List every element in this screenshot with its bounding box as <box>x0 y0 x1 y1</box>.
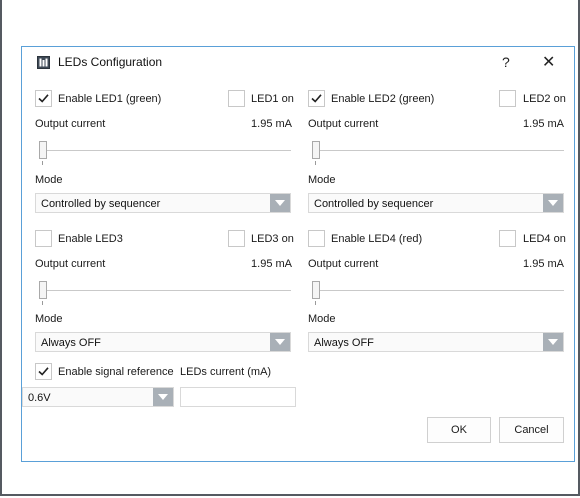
led2-current-slider-track <box>312 150 564 151</box>
enable-signal-reference-label: Enable signal reference <box>58 366 174 378</box>
led2-mode-select[interactable]: Controlled by sequencer <box>308 193 564 213</box>
led2-slider-tick <box>315 161 316 165</box>
close-icon[interactable]: ✕ <box>542 52 555 72</box>
led1-current-slider[interactable] <box>39 141 47 159</box>
enable-signal-reference-checkbox[interactable] <box>35 363 52 380</box>
checkmark-icon <box>38 367 49 376</box>
led4-slider-tick <box>315 301 316 305</box>
cancel-button[interactable]: Cancel <box>499 417 564 443</box>
led4-mode-value: Always OFF <box>314 337 374 349</box>
signal-reference-select[interactable]: 0.6V <box>22 387 174 407</box>
led2-on-label: LED2 on <box>523 93 566 105</box>
enable-led4-label: Enable LED4 (red) <box>331 233 423 245</box>
led3-mode-value: Always OFF <box>41 337 101 349</box>
enable-led3-checkbox[interactable] <box>35 230 52 247</box>
title-bar: LEDs Configuration ? ✕ <box>22 47 574 77</box>
enable-led3-label: Enable LED3 <box>58 233 123 245</box>
checkmark-icon <box>38 94 49 103</box>
led3-on-label: LED3 on <box>251 233 294 245</box>
led1-mode-value: Controlled by sequencer <box>41 198 161 210</box>
chevron-down-icon <box>153 388 173 406</box>
led3-current-slider-track <box>39 290 291 291</box>
led1-output-current-value: 1.95 mA <box>251 118 292 130</box>
app-icon <box>37 56 50 69</box>
signal-reference-value: 0.6V <box>28 392 51 404</box>
led4-output-current-value: 1.95 mA <box>523 258 564 270</box>
checkmark-icon <box>311 94 322 103</box>
led3-output-current-value: 1.95 mA <box>251 258 292 270</box>
enable-led1-label: Enable LED1 (green) <box>58 93 162 105</box>
led3-mode-select[interactable]: Always OFF <box>35 332 291 352</box>
led1-current-slider-track <box>39 150 291 151</box>
led1-on-checkbox[interactable] <box>228 90 245 107</box>
led2-output-current-label: Output current <box>308 118 379 130</box>
led1-mode-select[interactable]: Controlled by sequencer <box>35 193 291 213</box>
chevron-down-icon <box>543 194 563 212</box>
led3-mode-label: Mode <box>35 313 63 325</box>
ok-button[interactable]: OK <box>427 417 491 443</box>
led1-on-label: LED1 on <box>251 93 294 105</box>
led4-current-slider[interactable] <box>312 281 320 299</box>
leds-current-label: LEDs current (mA) <box>180 366 272 378</box>
led2-mode-label: Mode <box>308 174 336 186</box>
led3-slider-tick <box>42 301 43 305</box>
enable-led4-checkbox[interactable] <box>308 230 325 247</box>
led4-current-slider-track <box>312 290 564 291</box>
led3-output-current-label: Output current <box>35 258 106 270</box>
led1-slider-tick <box>42 161 43 165</box>
help-button[interactable]: ? <box>502 54 510 70</box>
leds-configuration-dialog: LEDs Configuration ? ✕ Enable LED1 (gree… <box>21 46 575 462</box>
led3-on-checkbox[interactable] <box>228 230 245 247</box>
led2-on-checkbox[interactable] <box>499 90 516 107</box>
led1-mode-label: Mode <box>35 174 63 186</box>
leds-current-input[interactable] <box>180 387 296 407</box>
chevron-down-icon <box>543 333 563 351</box>
led2-mode-value: Controlled by sequencer <box>314 198 434 210</box>
dialog-title: LEDs Configuration <box>58 55 163 69</box>
chevron-down-icon <box>270 194 290 212</box>
led4-mode-select[interactable]: Always OFF <box>308 332 564 352</box>
led4-on-label: LED4 on <box>523 233 566 245</box>
led3-current-slider[interactable] <box>39 281 47 299</box>
led4-output-current-label: Output current <box>308 258 379 270</box>
led4-mode-label: Mode <box>308 313 336 325</box>
led2-output-current-value: 1.95 mA <box>523 118 564 130</box>
led4-on-checkbox[interactable] <box>499 230 516 247</box>
enable-led2-label: Enable LED2 (green) <box>331 93 435 105</box>
chevron-down-icon <box>270 333 290 351</box>
led1-output-current-label: Output current <box>35 118 106 130</box>
led2-current-slider[interactable] <box>312 141 320 159</box>
enable-led1-checkbox[interactable] <box>35 90 52 107</box>
enable-led2-checkbox[interactable] <box>308 90 325 107</box>
